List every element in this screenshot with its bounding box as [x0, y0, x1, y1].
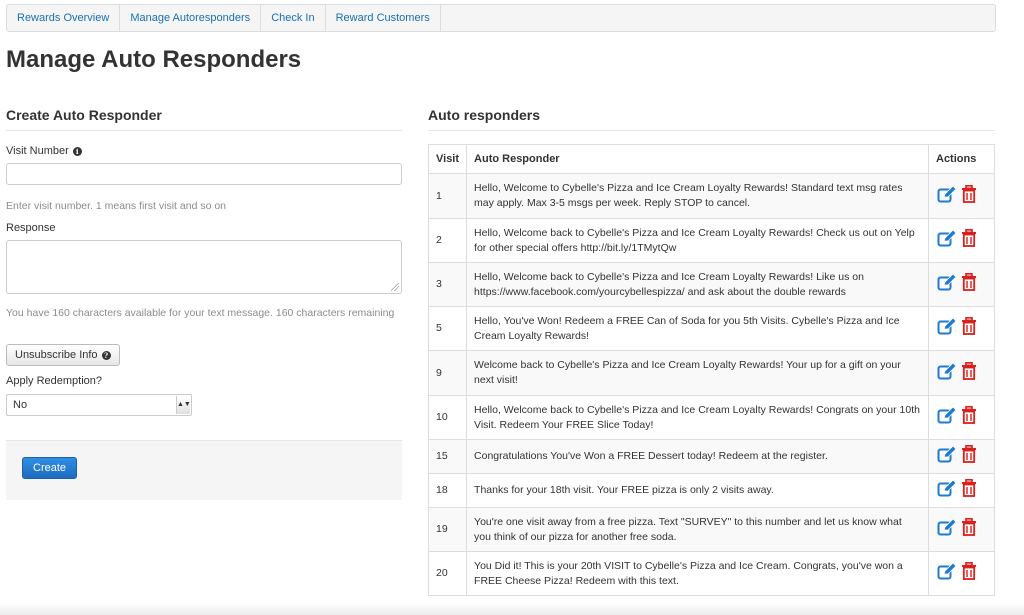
table-body: 1 Hello, Welcome to Cybelle's Pizza and I…: [427, 173, 995, 596]
table-row: 1 Hello, Welcome to Cybelle's Pizza and I…: [427, 173, 995, 219]
table-header-row: Visit Auto Responder Actions: [427, 144, 995, 174]
edit-icon[interactable]: [937, 562, 957, 585]
responder-text-cell: Congratulations You've Won a FREE Desser…: [466, 439, 929, 474]
unsubscribe-info-label: Unsubscribe Info: [15, 349, 98, 361]
responder-text-cell: Hello, Welcome back to Cybelle's Pizza a…: [466, 218, 929, 263]
visit-cell: 1: [427, 173, 468, 219]
create-section-title: Create Auto Responder: [6, 107, 162, 123]
apply-redemption-select[interactable]: No ▲▼: [6, 394, 192, 416]
apply-redemption-label: Apply Redemption?: [6, 375, 103, 387]
trash-icon[interactable]: [961, 479, 977, 502]
unsubscribe-info-button[interactable]: Unsubscribe Info ?: [6, 344, 120, 366]
page-title: Manage Auto Responders: [6, 46, 302, 73]
edit-icon[interactable]: [937, 406, 957, 429]
question-circle-icon: ?: [101, 350, 111, 360]
nav-rewards-overview[interactable]: Rewards Overview: [7, 5, 121, 31]
actions-cell: [928, 395, 995, 440]
actions-cell: [928, 306, 995, 351]
table-row: 9 Welcome back to Cybelle's Pizza and Ice…: [427, 350, 995, 396]
edit-icon[interactable]: [937, 273, 957, 296]
response-textarea[interactable]: [6, 240, 402, 294]
table-row: 15 Congratulations You've Won a FREE Dess…: [427, 439, 995, 474]
edit-icon[interactable]: [937, 445, 957, 468]
resize-grip-icon[interactable]: [391, 283, 399, 291]
table-row: 19 You're one visit away from a free pizz…: [427, 507, 995, 552]
visit-cell: 19: [427, 507, 468, 552]
create-button[interactable]: Create: [22, 457, 78, 479]
visit-cell: 5: [427, 306, 468, 351]
top-nav: Rewards Overview Manage Autoresponders C…: [6, 4, 996, 32]
actions-cell: [928, 350, 995, 396]
actions-cell: [928, 551, 995, 596]
actions-cell: [928, 173, 995, 219]
visit-cell: 10: [427, 395, 468, 440]
responder-text-cell: Thanks for your 18th visit. Your FREE pi…: [466, 473, 929, 508]
bottom-shade: [0, 603, 1024, 615]
table-row: 3 Hello, Welcome back to Cybelle's Pizza …: [427, 262, 995, 307]
visit-number-label: Visit Number i: [6, 145, 82, 157]
autoresponders-table: Visit Auto Responder Actions 1 Hello, Wel…: [427, 144, 995, 596]
actions-cell: [928, 262, 995, 307]
responder-text-cell: Welcome back to Cybelle's Pizza and Ice …: [466, 350, 929, 396]
visit-number-label-text: Visit Number: [6, 145, 69, 157]
trash-icon[interactable]: [961, 184, 977, 208]
visit-cell: 20: [427, 551, 468, 596]
header-visit: Visit: [427, 144, 468, 174]
edit-icon[interactable]: [937, 518, 957, 541]
responder-text-cell: Hello, Welcome back to Cybelle's Pizza a…: [466, 262, 929, 307]
actions-cell: [928, 439, 995, 474]
visit-number-input[interactable]: [6, 163, 402, 185]
responder-text-cell: Hello, Welcome to Cybelle's Pizza and Ic…: [466, 173, 929, 219]
responder-text-cell: You're one visit away from a free pizza.…: [466, 507, 929, 552]
trash-icon[interactable]: [961, 229, 977, 252]
trash-icon[interactable]: [961, 562, 977, 585]
visit-cell: 9: [427, 350, 468, 396]
header-auto-responder: Auto Responder: [466, 144, 929, 174]
responder-text-cell: Hello, Welcome back to Cybelle's Pizza a…: [466, 395, 929, 440]
visit-cell: 15: [427, 439, 468, 474]
trash-icon[interactable]: [961, 273, 977, 296]
edit-icon[interactable]: [937, 229, 957, 252]
info-icon[interactable]: i: [72, 146, 82, 156]
responder-text-cell: You Did it! This is your 20th VISIT to C…: [466, 551, 929, 596]
nav-manage-autoresponders[interactable]: Manage Autoresponders: [120, 5, 262, 31]
header-actions: Actions: [928, 144, 995, 174]
edit-icon[interactable]: [937, 317, 957, 340]
visit-cell: 3: [427, 262, 468, 307]
actions-cell: [928, 507, 995, 552]
edit-icon[interactable]: [937, 184, 957, 208]
autoresponders-section-title: Auto responders: [428, 107, 541, 123]
visit-number-help: Enter visit number. 1 means first visit …: [6, 200, 227, 212]
edit-icon[interactable]: [937, 361, 957, 385]
table-row: 5 Hello, You've Won! Redeem a FREE Can of…: [427, 306, 995, 351]
actions-cell: [928, 218, 995, 263]
table-row: 10 Hello, Welcome back to Cybelle's Pizza…: [427, 395, 995, 440]
visit-cell: 2: [427, 218, 468, 263]
trash-icon[interactable]: [961, 445, 977, 468]
select-arrows-icon: ▲▼: [176, 396, 191, 414]
trash-icon[interactable]: [961, 406, 977, 429]
nav-reward-customers[interactable]: Reward Customers: [326, 5, 441, 31]
visit-cell: 18: [427, 473, 468, 508]
apply-redemption-value: No: [13, 399, 28, 411]
list-section-divider: [428, 130, 995, 131]
table-row: 2 Hello, Welcome back to Cybelle's Pizza …: [427, 218, 995, 263]
trash-icon[interactable]: [961, 361, 977, 385]
actions-cell: [928, 473, 995, 508]
form-actions: Create: [6, 440, 402, 500]
nav-check-in[interactable]: Check In: [261, 5, 326, 31]
characters-remaining-help: You have 160 characters available for yo…: [6, 307, 395, 319]
responder-text-cell: Hello, You've Won! Redeem a FREE Can of …: [466, 306, 929, 351]
response-label: Response: [6, 222, 56, 234]
table-row: 18 Thanks for your 18th visit. Your FREE …: [427, 473, 995, 508]
edit-icon[interactable]: [937, 479, 957, 502]
trash-icon[interactable]: [961, 518, 977, 541]
table-row: 20 You Did it! This is your 20th VISIT to…: [427, 551, 995, 596]
trash-icon[interactable]: [961, 317, 977, 340]
create-section-divider: [6, 130, 402, 131]
